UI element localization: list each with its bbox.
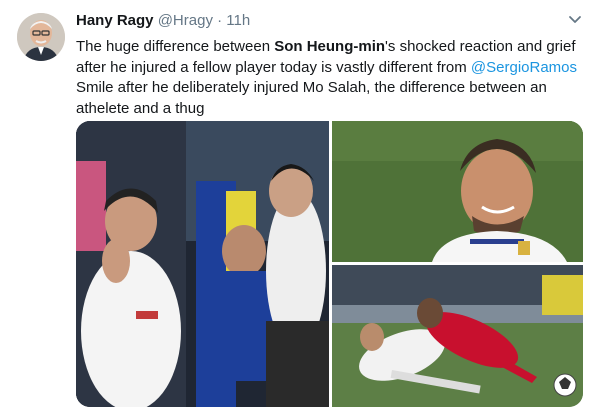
mention-link[interactable]: @SergioRamos [471, 59, 577, 76]
tweet-text-part: Smile after he deliberately injured Mo S… [76, 79, 547, 117]
photo-ramos-salah-tackle[interactable] [332, 265, 583, 407]
tweet-header: Hany Ragy @Hragy · 11h [76, 12, 250, 29]
author-handle[interactable]: @Hragy [158, 12, 213, 29]
photo-sergio-ramos-smiling[interactable] [332, 121, 583, 262]
avatar-photo [17, 13, 65, 61]
tweet-time[interactable]: 11h [226, 12, 250, 29]
tweet-card[interactable]: Hany Ragy @Hragy · 11h The huge differen… [0, 0, 605, 416]
photo-son-heung-min[interactable] [76, 121, 329, 407]
chevron-down-icon[interactable] [567, 14, 583, 26]
tweet-text: The huge difference between Son Heung-mi… [76, 37, 591, 119]
player-name: Son Heung-min [274, 38, 386, 55]
tweet-text-part: The huge difference between [76, 38, 275, 55]
media-grid[interactable] [76, 121, 583, 407]
avatar[interactable] [17, 13, 65, 61]
author-name[interactable]: Hany Ragy [76, 12, 154, 29]
separator-dot: · [217, 12, 223, 29]
